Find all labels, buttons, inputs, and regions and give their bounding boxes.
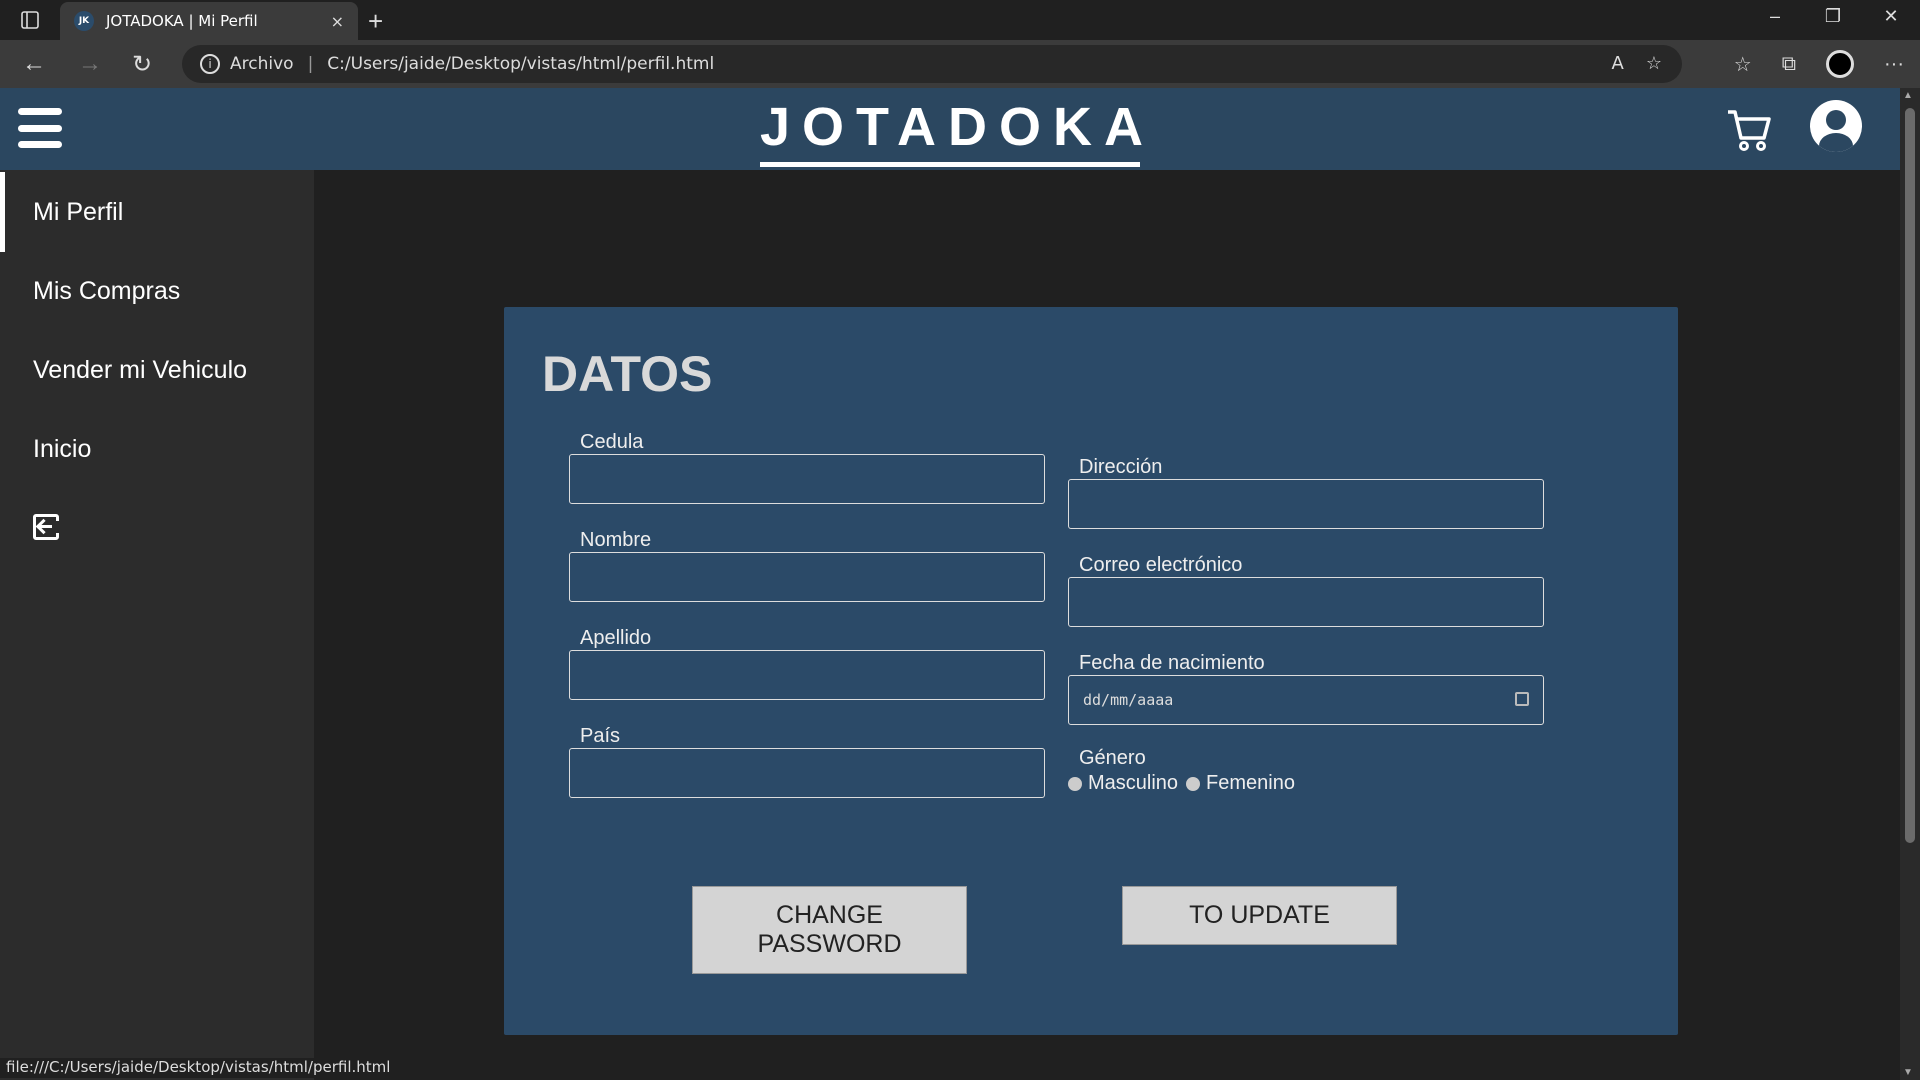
browser-toolbar: ← → ↻ i Archivo | C:/Users/jaide/Desktop… <box>0 40 1920 88</box>
radio-masculino[interactable]: Masculino <box>1068 772 1178 795</box>
sidebar-item-vender-vehiculo[interactable]: Vender mi Vehiculo <box>0 330 314 410</box>
logout-icon[interactable] <box>33 514 60 540</box>
browser-tab-active[interactable]: JK JOTADOKA | Mi Perfil × <box>60 2 358 40</box>
nombre-label: Nombre <box>580 529 652 551</box>
reload-icon[interactable]: ↻ <box>132 50 152 79</box>
page-scrollbar[interactable]: ▲ ▼ <box>1900 88 1920 1080</box>
correo-field-group: Correo electrónico <box>1068 554 1544 627</box>
status-bar-url: file:///C:/Users/jaide/Desktop/vistas/ht… <box>0 1058 397 1078</box>
sidebar-item-inicio[interactable]: Inicio <box>0 409 314 489</box>
site-info-icon[interactable]: i <box>200 54 220 74</box>
form-title: DATOS <box>542 346 713 402</box>
radio-femenino-label: Femenino <box>1206 772 1295 794</box>
window-close-icon[interactable]: ✕ <box>1862 6 1920 27</box>
tab-favicon: JK <box>74 11 94 31</box>
correo-input[interactable] <box>1068 577 1544 627</box>
correo-label: Correo electrónico <box>1079 554 1243 576</box>
favorites-icon[interactable]: ☆ <box>1734 52 1752 77</box>
tab-actions-icon[interactable] <box>14 8 46 32</box>
sidebar-item-mis-compras[interactable]: Mis Compras <box>0 251 314 331</box>
cedula-input[interactable] <box>569 454 1045 504</box>
site-header: JOTADOKA <box>0 88 1900 170</box>
tab-close-icon[interactable]: × <box>331 12 344 31</box>
scroll-up-icon[interactable]: ▲ <box>1903 90 1913 101</box>
read-aloud-icon[interactable]: A <box>1612 53 1624 74</box>
user-account-icon[interactable] <box>1810 100 1862 152</box>
address-prefix: Archivo <box>230 54 294 74</box>
page-viewport: JOTADOKA Mi Perfil Mis Compras Vender mi… <box>0 88 1900 1080</box>
scrollbar-thumb[interactable] <box>1905 108 1915 843</box>
address-url[interactable]: C:/Users/jaide/Desktop/vistas/html/perfi… <box>327 54 714 74</box>
radio-femenino[interactable]: Femenino <box>1186 772 1295 795</box>
new-tab-icon[interactable]: + <box>368 6 383 37</box>
fecha-field-group: Fecha de nacimiento dd/mm/aaaa <box>1068 652 1544 725</box>
profile-form-card: DATOS Cedula Nombre Apellido País Direcc… <box>504 307 1678 1035</box>
genero-group: Género Masculino Femenino <box>1068 747 1303 795</box>
more-menu-icon[interactable]: ··· <box>1884 53 1904 76</box>
radio-masculino-icon[interactable] <box>1068 776 1082 791</box>
pais-input[interactable] <box>569 748 1045 798</box>
update-button[interactable]: TO UPDATE <box>1122 886 1397 945</box>
change-password-button[interactable]: CHANGE PASSWORD <box>692 886 967 974</box>
pais-field-group: País <box>569 725 1045 798</box>
nombre-input[interactable] <box>569 552 1045 602</box>
collections-icon[interactable]: ⧉ <box>1782 53 1796 76</box>
apellido-input[interactable] <box>569 650 1045 700</box>
browser-tabbar: JK JOTADOKA | Mi Perfil × + – ❐ ✕ <box>0 0 1920 40</box>
hamburger-menu-icon[interactable] <box>18 108 62 148</box>
calendar-icon[interactable] <box>1515 692 1529 706</box>
apellido-field-group: Apellido <box>569 627 1045 700</box>
direccion-input[interactable] <box>1068 479 1544 529</box>
cedula-field-group: Cedula <box>569 431 1045 504</box>
fecha-label: Fecha de nacimiento <box>1079 652 1265 674</box>
minimize-icon[interactable]: – <box>1746 6 1804 27</box>
pais-label: País <box>580 725 621 747</box>
window-controls: – ❐ ✕ <box>1746 6 1920 27</box>
brand-logo[interactable]: JOTADOKA <box>760 96 1143 167</box>
omnibox-actions: A ☆ <box>1612 53 1662 74</box>
add-favorite-icon[interactable]: ☆ <box>1646 53 1662 74</box>
cedula-label: Cedula <box>580 431 644 453</box>
fecha-nacimiento-input[interactable]: dd/mm/aaaa <box>1068 675 1544 725</box>
forward-icon[interactable]: → <box>78 50 102 78</box>
genero-label: Género <box>1079 747 1146 769</box>
toolbar-right: ☆ ⧉ ··· <box>1734 50 1904 78</box>
nombre-field-group: Nombre <box>569 529 1045 602</box>
direccion-field-group: Dirección <box>1068 456 1544 529</box>
sidebar: Mi Perfil Mis Compras Vender mi Vehiculo… <box>0 170 314 1080</box>
profile-avatar-icon[interactable] <box>1826 50 1855 78</box>
direccion-label: Dirección <box>1079 456 1163 478</box>
restore-icon[interactable]: ❐ <box>1804 6 1862 27</box>
scroll-down-icon[interactable]: ▼ <box>1903 1067 1913 1078</box>
fecha-placeholder: dd/mm/aaaa <box>1083 691 1174 709</box>
cart-icon[interactable] <box>1726 108 1772 152</box>
sidebar-item-mi-perfil[interactable]: Mi Perfil <box>0 172 314 252</box>
radio-masculino-label: Masculino <box>1088 772 1179 794</box>
radio-femenino-icon[interactable] <box>1186 776 1201 791</box>
back-icon[interactable]: ← <box>22 50 46 78</box>
apellido-label: Apellido <box>580 627 652 649</box>
genero-options: Masculino Femenino <box>1068 772 1303 795</box>
tab-title: JOTADOKA | Mi Perfil <box>106 12 258 30</box>
address-separator: | <box>307 54 314 74</box>
address-bar[interactable]: i Archivo | C:/Users/jaide/Desktop/vista… <box>182 45 1682 83</box>
